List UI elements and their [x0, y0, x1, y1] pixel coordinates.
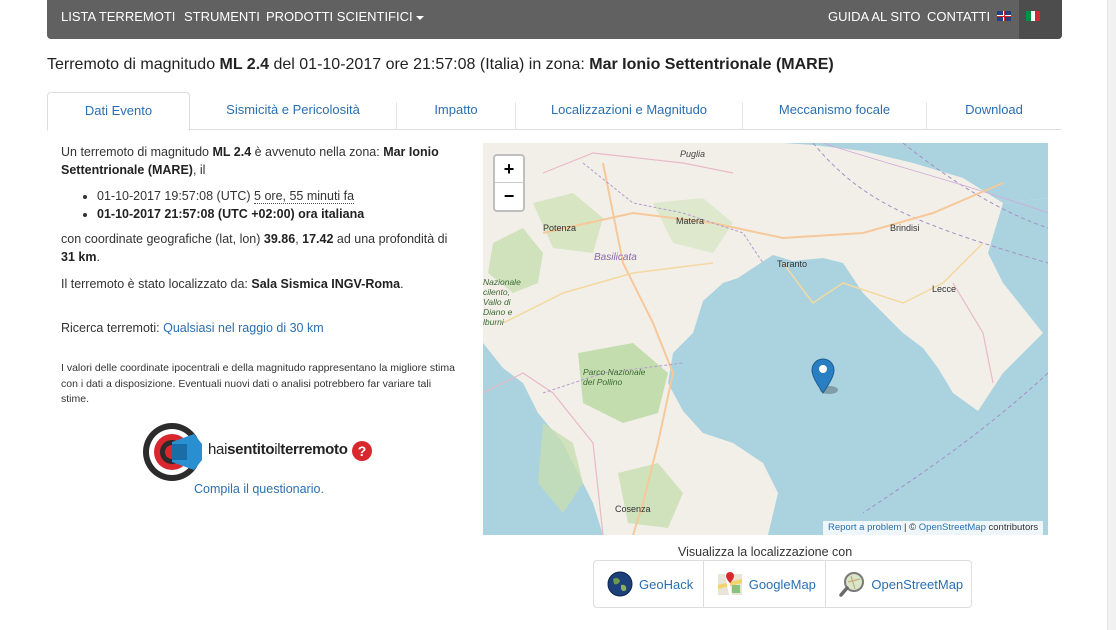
window-scrollbar[interactable] [1107, 0, 1116, 630]
geohack-label: GeoHack [639, 576, 694, 592]
hai-sentito-text[interactable]: haisentitoilterremoto [208, 441, 348, 458]
attribution-tail: contributors [985, 522, 1039, 533]
nav-guida-al-sito[interactable]: GUIDA AL SITO [828, 9, 920, 24]
question-icon[interactable]: ? [352, 441, 372, 461]
tab-sismicita-pericolosita[interactable]: Sismicità e Pericolosità [190, 92, 396, 128]
intro-text-c: , il [192, 163, 206, 177]
hst-text-d: terremoto [280, 441, 348, 458]
map-label-pollino: Parco Nazionale del Pollino [583, 367, 646, 387]
list-item: 01-10-2017 21:57:08 (UTC +02:00) ora ita… [97, 205, 456, 223]
map-tiles [483, 143, 1048, 535]
tab-localizzazioni-magnitudo[interactable]: Localizzazioni e Magnitudo [516, 92, 742, 128]
located-text-c: . [400, 277, 404, 291]
googlemap-label: GoogleMap [748, 576, 816, 592]
zoom-in-button[interactable]: + [495, 156, 523, 183]
event-intro: Un terremoto di magnitudo ML 2.4 è avven… [61, 143, 456, 179]
time-ago: 5 ore, 55 minuti fa [254, 189, 355, 204]
map-label-puglia: Puglia [680, 149, 706, 159]
event-details: Un terremoto di magnitudo ML 2.4 è avven… [61, 143, 456, 408]
attribution-sep: | © [901, 522, 919, 533]
google-maps-icon [717, 572, 742, 595]
title-middle: del 01-10-2017 ore 21:57:08 (Italia) in … [269, 56, 590, 73]
intro-text-a: Un terremoto di magnitudo [61, 145, 213, 159]
map-label-cosenza: Cosenza [615, 504, 651, 514]
disclaimer-note: I valori delle coordinate ipocentrali e … [61, 362, 455, 405]
list-item: 01-10-2017 19:57:08 (UTC) 5 ore, 55 minu… [97, 187, 456, 205]
title-magnitude: ML 2.4 [219, 56, 270, 73]
local-time: 01-10-2017 21:57:08 (UTC +02:00) ora ita… [97, 207, 365, 221]
openstreetmap-button[interactable]: OpenStreetMap [826, 561, 971, 607]
view-location-label: Visualizza la localizzazione con [678, 545, 853, 559]
coord-text-b: ad una profondità di [333, 232, 448, 246]
event-coordinates: con coordinate geografiche (lat, lon) 39… [61, 230, 456, 266]
latitude-value: 39.86 [263, 232, 296, 246]
compila-questionario-link[interactable]: Compila il questionario. [194, 482, 324, 496]
italy-flag-icon[interactable] [1026, 11, 1041, 21]
map-label-park-cilento: Nazionale cilento, Vallo di Diano e lbur… [483, 277, 521, 327]
title-zone: Mar Ionio Settentrionale (MARE) [589, 56, 834, 73]
event-tabs: Dati Evento Sismicità e Pericolosità Imp… [47, 92, 1061, 131]
googlemap-button[interactable]: GoogleMap [704, 561, 827, 607]
search-label: Ricerca terremoti: [61, 321, 164, 335]
coord-text-c: . [96, 250, 100, 264]
nav-lista-terremoti[interactable]: LISTA TERREMOTI [61, 9, 175, 24]
globe-icon [607, 571, 633, 597]
page-title: Terremoto di magnitudo ML 2.4 del 01-10-… [47, 56, 834, 74]
tab-download[interactable]: Download [927, 92, 1061, 128]
event-located-by: Il terremoto è stato localizzato da: Sal… [61, 275, 456, 293]
top-navbar: LISTA TERREMOTI STRUMENTI PRODOTTI SCIEN… [47, 0, 1062, 39]
tab-meccanismo-focale[interactable]: Meccanismo focale [743, 92, 926, 128]
tab-dati-evento[interactable]: Dati Evento [47, 92, 190, 131]
map-label-potenza: Potenza [543, 223, 577, 233]
tab-impatto[interactable]: Impatto [397, 92, 515, 128]
report-problem-link[interactable]: Report a problem [828, 522, 901, 533]
chevron-down-icon [415, 15, 424, 20]
nav-strumenti[interactable]: STRUMENTI [184, 9, 260, 24]
map-attribution: Report a problem | © OpenStreetMap contr… [823, 521, 1044, 535]
nav-prodotti-scientifici[interactable]: PRODOTTI SCIENTIFICI [266, 9, 424, 24]
openstreetmap-label: OpenStreetMap [871, 576, 964, 592]
map-label-matera: Matera [676, 216, 705, 226]
event-times: 01-10-2017 19:57:08 (UTC) 5 ore, 55 minu… [61, 187, 456, 223]
intro-text-b: è avvenuto nella zona: [251, 145, 384, 159]
located-text-a: Il terremoto è stato localizzato da: [61, 277, 252, 291]
located-by-value: Sala Sismica INGV-Roma [251, 277, 401, 291]
map-zoom-control: + − [493, 154, 525, 212]
nav-prodotti-label: PRODOTTI SCIENTIFICI [266, 9, 413, 24]
longitude-value: 17.42 [302, 232, 334, 246]
geohack-button[interactable]: GeoHack [594, 561, 704, 607]
title-prefix: Terremoto di magnitudo [47, 56, 220, 73]
intro-magnitude: ML 2.4 [212, 145, 252, 159]
utc-time: 01-10-2017 19:57:08 (UTC) [97, 189, 251, 203]
event-map[interactable]: Puglia Potenza Matera Brindisi Basilicat… [483, 143, 1048, 535]
map-label-brindisi: Brindisi [890, 223, 920, 233]
hst-text-b: sentito [227, 441, 275, 458]
nav-contatti[interactable]: CONTATTI [927, 9, 990, 24]
coord-text-a: con coordinate geografiche (lat, lon) [61, 232, 264, 246]
map-label-basilicata: Basilicata [594, 252, 637, 263]
hst-text-a: hai [208, 441, 228, 458]
uk-flag-icon[interactable] [997, 11, 1011, 21]
map-label-lecce: Lecce [932, 284, 957, 294]
search-earthquakes: Ricerca terremoti: Qualsiasi nel raggio … [61, 319, 456, 337]
map-label-taranto: Taranto [777, 259, 808, 269]
openstreetmap-link[interactable]: OpenStreetMap [919, 522, 986, 533]
view-location-buttons: GeoHack GoogleMap OpenStreetMap [593, 560, 972, 608]
magnifier-map-icon [839, 572, 865, 597]
search-radius-link[interactable]: Qualsiasi nel raggio di 30 km [163, 321, 324, 335]
depth-value: 31 km [61, 250, 97, 264]
zoom-out-button[interactable]: − [495, 183, 523, 209]
